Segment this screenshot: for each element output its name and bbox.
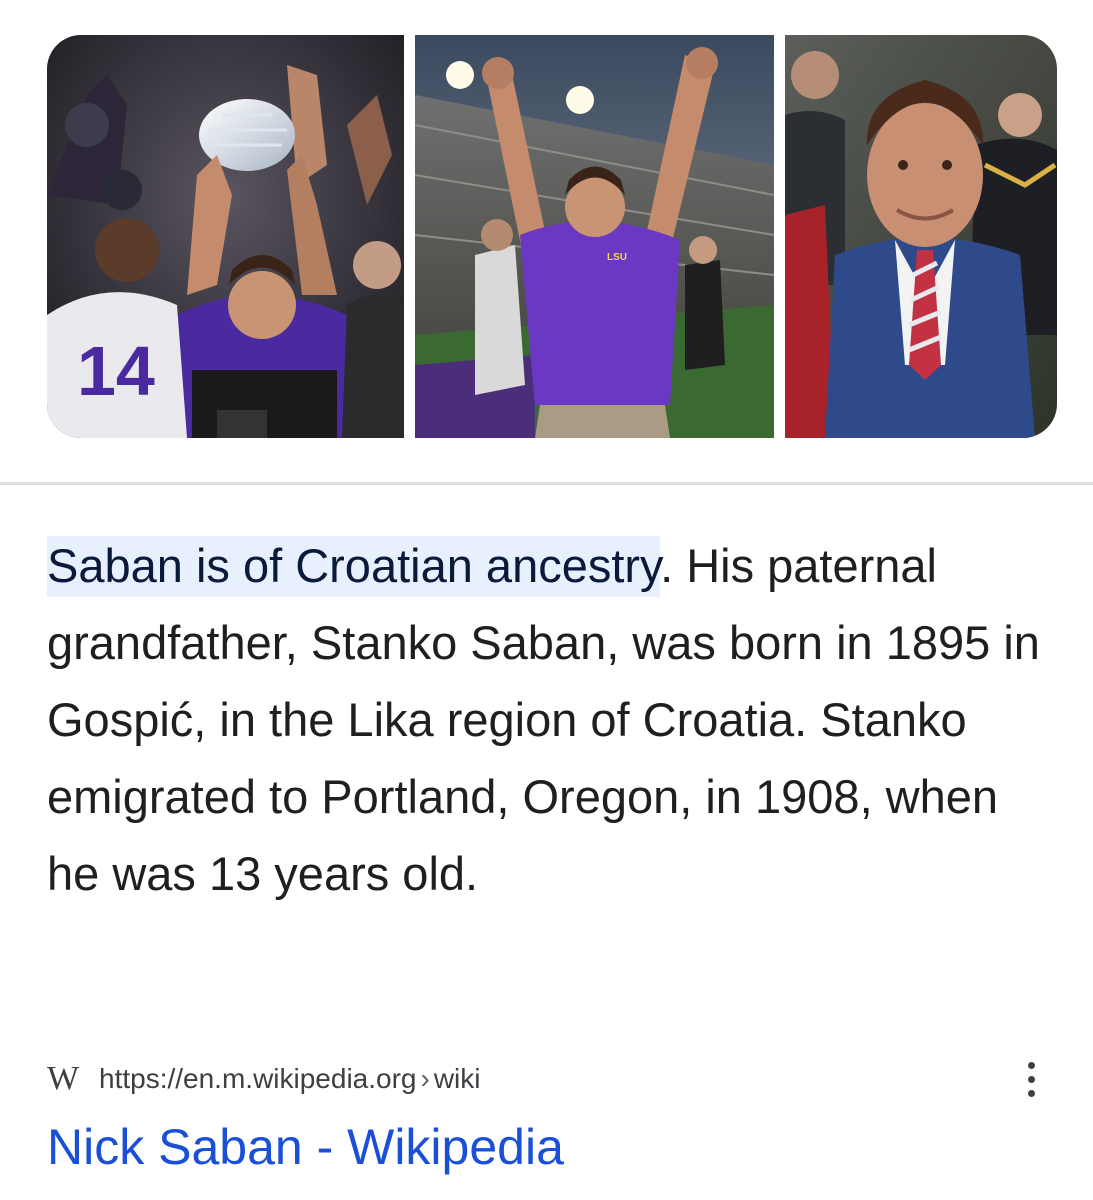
image-thumbnail-stadium[interactable]: LSU — [415, 35, 774, 438]
wikipedia-logo-icon: W — [47, 1060, 79, 1097]
featured-snippet-text: Saban is of Croatian ancestry. His pater… — [47, 527, 1057, 912]
image-carousel: 14 LSU — [47, 35, 1057, 438]
stadium-arms-raised-photo: LSU — [415, 35, 774, 438]
more-options-button[interactable] — [1019, 1055, 1043, 1103]
result-title-link[interactable]: Nick Saban - Wikipedia — [47, 1115, 564, 1179]
dot-icon — [1027, 1061, 1035, 1069]
image-thumbnail-portrait[interactable] — [785, 35, 1057, 438]
portrait-suit-photo — [785, 35, 1057, 438]
source-path: wiki — [433, 1063, 481, 1094]
dot-icon — [1027, 1089, 1035, 1097]
source-url[interactable]: https://en.m.wikipedia.org › wiki — [99, 1063, 481, 1095]
breadcrumb-separator: › — [420, 1063, 430, 1094]
dot-icon — [1027, 1075, 1035, 1083]
section-divider — [0, 482, 1093, 485]
source-row[interactable]: W https://en.m.wikipedia.org › wiki — [47, 1059, 1057, 1099]
trophy-celebration-photo: 14 — [47, 35, 404, 438]
source-domain: https://en.m.wikipedia.org — [99, 1063, 417, 1094]
snippet-highlight: Saban is of Croatian ancestry — [47, 536, 661, 597]
shirt-logo-text: LSU — [607, 252, 627, 263]
image-thumbnail-trophy[interactable]: 14 — [47, 35, 404, 438]
jersey-number: 14 — [77, 332, 155, 410]
